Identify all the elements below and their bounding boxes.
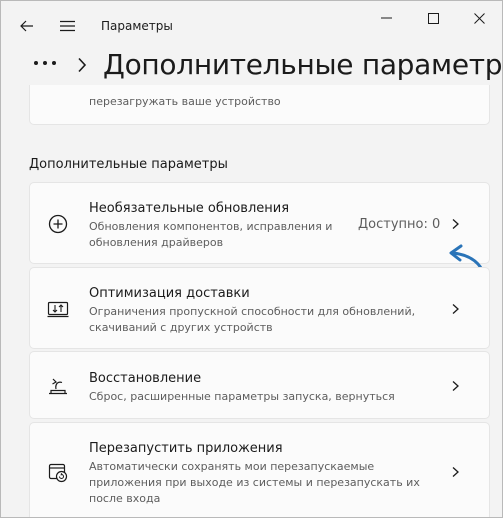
recovery-title: Восстановление: [89, 371, 202, 386]
optional-updates-count: Доступно: 0: [358, 217, 441, 232]
optional-updates-card[interactable]: Необязательные обновления Обновления ком…: [29, 182, 490, 264]
chevron-right-icon: [78, 57, 87, 73]
optional-updates-desc-line2: обновления драйверов: [89, 236, 224, 249]
close-button[interactable]: [466, 9, 492, 27]
section-label: Дополнительные параметры: [29, 157, 228, 172]
settings-window: Параметры Дополнительные параметры перез…: [0, 0, 503, 518]
restart-apps-icon: [48, 463, 68, 483]
minimize-button[interactable]: [373, 9, 399, 27]
breadcrumb-more-button[interactable]: [31, 53, 59, 73]
restart-apps-desc-line2: приложения при выходе из системы и перез…: [89, 476, 420, 489]
maximize-icon: [427, 12, 439, 24]
more-dots-icon: [34, 61, 56, 65]
optional-updates-desc-line1: Обновления компонентов, исправления и: [89, 220, 333, 233]
delivery-optimization-desc-line2: скачиваний с других устройств: [89, 321, 273, 334]
restart-apps-desc-line1: Автоматически сохранять мои перезапускае…: [89, 460, 375, 473]
delivery-optimization-icon: [47, 301, 69, 318]
hamburger-menu-icon: [59, 20, 75, 32]
recovery-desc-line1: Сброс, расширенные параметры запуска, ве…: [89, 390, 395, 403]
back-button[interactable]: [15, 15, 39, 37]
breadcrumb-separator: [77, 57, 87, 73]
plus-circle-icon: [48, 214, 68, 234]
recovery-card[interactable]: Восстановление Сброс, расширенные параме…: [29, 351, 490, 419]
delivery-optimization-title: Оптимизация доставки: [89, 286, 250, 301]
restart-apps-title: Перезапустить приложения: [89, 441, 283, 456]
close-icon: [473, 12, 485, 24]
nav-menu-button[interactable]: [55, 15, 79, 37]
back-arrow-icon: [20, 20, 33, 32]
chevron-right-icon: [452, 467, 459, 477]
delivery-optimization-desc-line1: Ограничения пропускной способности для о…: [89, 305, 416, 318]
maximize-button[interactable]: [420, 9, 446, 27]
partial-card[interactable]: перезагружать ваше устройство: [29, 85, 490, 125]
recovery-icon: [49, 378, 67, 395]
page-title: Дополнительные параметры: [103, 48, 503, 81]
minimize-icon: [380, 17, 392, 19]
restart-apps-card[interactable]: Перезапустить приложения Автоматически с…: [29, 422, 490, 517]
restart-apps-desc-line3: после входа: [89, 492, 161, 505]
chevron-right-icon: [452, 304, 459, 314]
chevron-right-icon: [452, 219, 459, 229]
optional-updates-title: Необязательные обновления: [89, 201, 290, 216]
window-title: Параметры: [101, 19, 173, 33]
chevron-right-icon: [452, 381, 459, 391]
partial-card-desc: перезагружать ваше устройство: [89, 95, 281, 108]
delivery-optimization-card[interactable]: Оптимизация доставки Ограничения пропуск…: [29, 267, 490, 349]
